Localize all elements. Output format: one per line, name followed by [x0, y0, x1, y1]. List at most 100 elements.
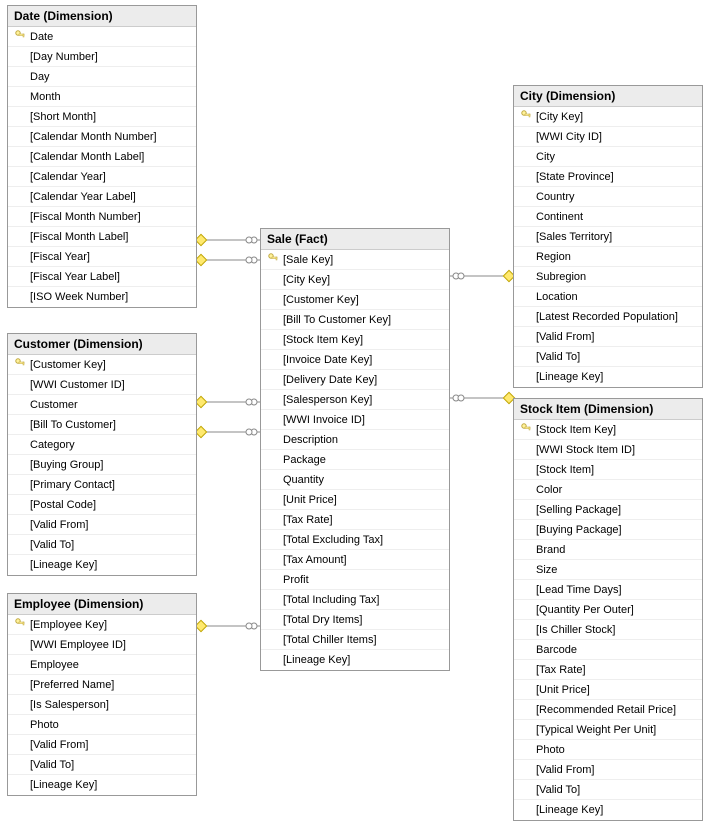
column-row[interactable]: [State Province]: [514, 167, 702, 187]
column-row[interactable]: [Total Excluding Tax]: [261, 530, 449, 550]
column-row[interactable]: [Lead Time Days]: [514, 580, 702, 600]
table-header[interactable]: Sale (Fact): [261, 229, 449, 250]
column-row[interactable]: Day: [8, 67, 196, 87]
column-row[interactable]: [Stock Item]: [514, 460, 702, 480]
column-row[interactable]: Package: [261, 450, 449, 470]
column-row[interactable]: [Buying Package]: [514, 520, 702, 540]
column-row[interactable]: [Customer Key]: [261, 290, 449, 310]
column-row[interactable]: [City Key]: [261, 270, 449, 290]
column-row[interactable]: Country: [514, 187, 702, 207]
table-date[interactable]: Date (Dimension)Date[Day Number]DayMonth…: [7, 5, 197, 308]
column-row[interactable]: Photo: [514, 740, 702, 760]
column-row[interactable]: [Sale Key]: [261, 250, 449, 270]
column-row[interactable]: [Buying Group]: [8, 455, 196, 475]
column-row[interactable]: [City Key]: [514, 107, 702, 127]
column-row[interactable]: Barcode: [514, 640, 702, 660]
table-employee[interactable]: Employee (Dimension)[Employee Key][WWI E…: [7, 593, 197, 796]
column-row[interactable]: [Total Including Tax]: [261, 590, 449, 610]
column-row[interactable]: Date: [8, 27, 196, 47]
column-row[interactable]: [Unit Price]: [261, 490, 449, 510]
table-header[interactable]: Date (Dimension): [8, 6, 196, 27]
table-header[interactable]: Stock Item (Dimension): [514, 399, 702, 420]
column-row[interactable]: [Valid To]: [514, 347, 702, 367]
column-row[interactable]: [Total Dry Items]: [261, 610, 449, 630]
column-row[interactable]: Description: [261, 430, 449, 450]
column-row[interactable]: [Total Chiller Items]: [261, 630, 449, 650]
column-row[interactable]: Color: [514, 480, 702, 500]
column-row[interactable]: [Tax Rate]: [514, 660, 702, 680]
column-row[interactable]: [Short Month]: [8, 107, 196, 127]
column-row[interactable]: [Valid From]: [8, 735, 196, 755]
column-row[interactable]: [Recommended Retail Price]: [514, 700, 702, 720]
column-row[interactable]: [Bill To Customer]: [8, 415, 196, 435]
table-sale[interactable]: Sale (Fact)[Sale Key][City Key][Customer…: [260, 228, 450, 671]
column-row[interactable]: Profit: [261, 570, 449, 590]
column-row[interactable]: [Lineage Key]: [8, 555, 196, 575]
column-row[interactable]: [Day Number]: [8, 47, 196, 67]
column-row[interactable]: [Postal Code]: [8, 495, 196, 515]
column-row[interactable]: [Employee Key]: [8, 615, 196, 635]
column-row[interactable]: [ISO Week Number]: [8, 287, 196, 307]
column-row[interactable]: [Latest Recorded Population]: [514, 307, 702, 327]
column-row[interactable]: [Salesperson Key]: [261, 390, 449, 410]
table-stock[interactable]: Stock Item (Dimension)[Stock Item Key][W…: [513, 398, 703, 821]
column-row[interactable]: [Lineage Key]: [261, 650, 449, 670]
table-header[interactable]: Employee (Dimension): [8, 594, 196, 615]
column-row[interactable]: [WWI Stock Item ID]: [514, 440, 702, 460]
table-header[interactable]: City (Dimension): [514, 86, 702, 107]
column-row[interactable]: [Selling Package]: [514, 500, 702, 520]
column-row[interactable]: [Valid From]: [8, 515, 196, 535]
column-row[interactable]: [Valid From]: [514, 760, 702, 780]
column-row[interactable]: [Calendar Month Number]: [8, 127, 196, 147]
column-row[interactable]: [Invoice Date Key]: [261, 350, 449, 370]
column-row[interactable]: [Bill To Customer Key]: [261, 310, 449, 330]
column-row[interactable]: City: [514, 147, 702, 167]
column-row[interactable]: [Lineage Key]: [8, 775, 196, 795]
column-row[interactable]: Continent: [514, 207, 702, 227]
column-row[interactable]: [Delivery Date Key]: [261, 370, 449, 390]
column-row[interactable]: [Unit Price]: [514, 680, 702, 700]
column-row[interactable]: [Tax Rate]: [261, 510, 449, 530]
column-row[interactable]: Photo: [8, 715, 196, 735]
column-row[interactable]: [Calendar Month Label]: [8, 147, 196, 167]
table-customer[interactable]: Customer (Dimension)[Customer Key][WWI C…: [7, 333, 197, 576]
column-row[interactable]: [Valid To]: [8, 755, 196, 775]
column-row[interactable]: [WWI Employee ID]: [8, 635, 196, 655]
column-row[interactable]: [Is Chiller Stock]: [514, 620, 702, 640]
column-row[interactable]: [Calendar Year Label]: [8, 187, 196, 207]
column-row[interactable]: Employee: [8, 655, 196, 675]
column-row[interactable]: [Fiscal Month Label]: [8, 227, 196, 247]
column-row[interactable]: Month: [8, 87, 196, 107]
column-row[interactable]: [Lineage Key]: [514, 367, 702, 387]
column-row[interactable]: [Tax Amount]: [261, 550, 449, 570]
column-row[interactable]: [Valid From]: [514, 327, 702, 347]
column-row[interactable]: Location: [514, 287, 702, 307]
column-row[interactable]: [Fiscal Year]: [8, 247, 196, 267]
column-row[interactable]: [Quantity Per Outer]: [514, 600, 702, 620]
column-row[interactable]: Brand: [514, 540, 702, 560]
column-row[interactable]: Subregion: [514, 267, 702, 287]
column-row[interactable]: [Valid To]: [514, 780, 702, 800]
column-row[interactable]: [Fiscal Year Label]: [8, 267, 196, 287]
column-row[interactable]: [Lineage Key]: [514, 800, 702, 820]
column-row[interactable]: [Fiscal Month Number]: [8, 207, 196, 227]
column-row[interactable]: [Primary Contact]: [8, 475, 196, 495]
column-row[interactable]: [Calendar Year]: [8, 167, 196, 187]
column-row[interactable]: [Customer Key]: [8, 355, 196, 375]
column-row[interactable]: [Typical Weight Per Unit]: [514, 720, 702, 740]
column-row[interactable]: [WWI Customer ID]: [8, 375, 196, 395]
column-row[interactable]: Region: [514, 247, 702, 267]
column-row[interactable]: [Is Salesperson]: [8, 695, 196, 715]
column-row[interactable]: [Sales Territory]: [514, 227, 702, 247]
column-row[interactable]: [WWI City ID]: [514, 127, 702, 147]
table-header[interactable]: Customer (Dimension): [8, 334, 196, 355]
column-row[interactable]: [Stock Item Key]: [514, 420, 702, 440]
column-row[interactable]: Quantity: [261, 470, 449, 490]
column-row[interactable]: [Valid To]: [8, 535, 196, 555]
column-row[interactable]: Customer: [8, 395, 196, 415]
table-city[interactable]: City (Dimension)[City Key][WWI City ID]C…: [513, 85, 703, 388]
column-row[interactable]: [Preferred Name]: [8, 675, 196, 695]
column-row[interactable]: Size: [514, 560, 702, 580]
column-row[interactable]: [Stock Item Key]: [261, 330, 449, 350]
column-row[interactable]: Category: [8, 435, 196, 455]
